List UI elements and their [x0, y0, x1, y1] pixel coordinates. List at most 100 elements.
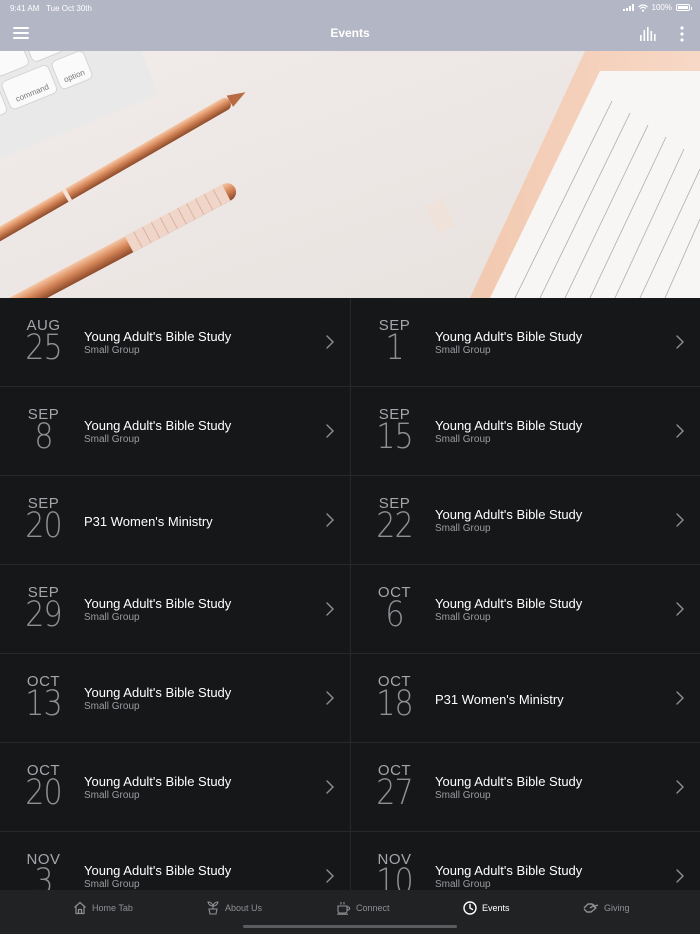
- hero-photo: command option: [0, 51, 700, 298]
- tab-giving[interactable]: Giving: [583, 890, 630, 926]
- tab-events[interactable]: Events: [463, 890, 510, 926]
- event-title: Young Adult's Bible Study: [84, 329, 232, 344]
- event-day: 10: [376, 862, 413, 890]
- event-day: 15: [376, 417, 413, 457]
- event-subtitle: Small Group: [84, 434, 140, 445]
- tab-connect[interactable]: Connect: [336, 890, 390, 926]
- hero-image: command option: [0, 51, 700, 298]
- chevron-right-icon: [676, 335, 684, 349]
- chevron-right-icon: [676, 513, 684, 527]
- tab-bar: Home Tab About Us Connect Events Giving: [0, 890, 700, 934]
- event-day: 22: [376, 506, 413, 546]
- event-subtitle: Small Group: [435, 434, 491, 445]
- event-day: 20: [25, 773, 62, 813]
- wifi-icon: [637, 3, 648, 12]
- tab-home-tab[interactable]: Home Tab: [73, 890, 133, 926]
- event-title: P31 Women's Ministry: [435, 692, 564, 707]
- event-day: 27: [376, 773, 413, 813]
- chevron-right-icon: [326, 869, 334, 883]
- clock-icon: [463, 901, 477, 915]
- tab-label: Giving: [604, 903, 630, 913]
- event-item[interactable]: SEP 15 Young Adult's Bible Study Small Grou…: [350, 387, 700, 476]
- event-title: Young Adult's Bible Study: [84, 418, 232, 433]
- event-subtitle: Small Group: [84, 701, 140, 712]
- event-item[interactable]: OCT 27 Young Adult's Bible Study Small Grou…: [350, 743, 700, 832]
- event-subtitle: Small Group: [435, 879, 491, 890]
- tab-label: Home Tab: [92, 903, 133, 913]
- event-day: 3: [34, 862, 53, 890]
- chevron-right-icon: [326, 691, 334, 705]
- event-subtitle: Small Group: [435, 523, 491, 534]
- signal-icon: [622, 4, 634, 11]
- chevron-right-icon: [326, 424, 334, 438]
- event-item[interactable]: SEP 1 Young Adult's Bible Study Small Group: [350, 298, 700, 387]
- chevron-right-icon: [326, 513, 334, 527]
- chevron-right-icon: [326, 780, 334, 794]
- status-date: Tue Oct 30th: [46, 4, 92, 13]
- event-item[interactable]: SEP 22 Young Adult's Bible Study Small Grou…: [350, 476, 700, 565]
- handshake-icon: [583, 902, 599, 914]
- tab-label: Events: [482, 903, 510, 913]
- tab-label: About Us: [225, 903, 263, 913]
- event-item[interactable]: NOV 3 Young Adult's Bible Study Small Group: [0, 832, 350, 890]
- tab-label: Connect: [356, 903, 390, 913]
- chevron-right-icon: [676, 691, 684, 705]
- battery-icon: [676, 4, 692, 11]
- event-day: 8: [34, 417, 53, 457]
- chevron-right-icon: [676, 424, 684, 438]
- chevron-right-icon: [326, 335, 334, 349]
- event-day: 20: [25, 506, 62, 546]
- nav-bar: Events: [0, 16, 700, 51]
- event-day: 25: [25, 328, 62, 368]
- bar-chart-icon[interactable]: [640, 26, 656, 41]
- event-title: Young Adult's Bible Study: [84, 863, 232, 878]
- event-title: Young Adult's Bible Study: [435, 596, 583, 611]
- chevron-right-icon: [676, 602, 684, 616]
- status-bar: 9:41 AM Tue Oct 30th 100%: [0, 0, 700, 16]
- chevron-right-icon: [326, 602, 334, 616]
- home-icon: [73, 901, 87, 915]
- chevron-right-icon: [676, 869, 684, 883]
- event-title: Young Adult's Bible Study: [435, 507, 583, 522]
- plant-icon: [206, 901, 220, 915]
- event-day: 18: [376, 684, 413, 724]
- event-title: Young Adult's Bible Study: [435, 774, 583, 789]
- event-item[interactable]: OCT 13 Young Adult's Bible Study Small Grou…: [0, 654, 350, 743]
- event-subtitle: Small Group: [84, 612, 140, 623]
- event-subtitle: Small Group: [84, 345, 140, 356]
- event-item[interactable]: SEP 29 Young Adult's Bible Study Small Grou…: [0, 565, 350, 654]
- event-title: Young Adult's Bible Study: [435, 418, 583, 433]
- event-item[interactable]: SEP 20 P31 Women's Ministry: [0, 476, 350, 565]
- chevron-right-icon: [676, 780, 684, 794]
- event-subtitle: Small Group: [435, 345, 491, 356]
- event-title: Young Adult's Bible Study: [435, 329, 583, 344]
- status-time: 9:41 AM Tue Oct 30th: [10, 4, 92, 13]
- status-indicators: 100%: [622, 3, 692, 12]
- event-item[interactable]: NOV 10 Young Adult's Bible Study Small Grou…: [350, 832, 700, 890]
- event-day: 13: [25, 684, 62, 724]
- event-item[interactable]: AUG 25 Young Adult's Bible Study Small Grou…: [0, 298, 350, 387]
- event-title: Young Adult's Bible Study: [84, 596, 232, 611]
- event-title: P31 Women's Ministry: [84, 514, 213, 529]
- event-title: Young Adult's Bible Study: [435, 863, 583, 878]
- event-day: 29: [25, 595, 62, 635]
- battery-fill: [678, 6, 688, 9]
- page-title: Events: [330, 26, 370, 40]
- event-subtitle: Small Group: [84, 879, 140, 890]
- event-item[interactable]: OCT 6 Young Adult's Bible Study Small Group: [350, 565, 700, 654]
- event-subtitle: Small Group: [84, 790, 140, 801]
- event-item[interactable]: OCT 20 Young Adult's Bible Study Small Grou…: [0, 743, 350, 832]
- event-title: Young Adult's Bible Study: [84, 685, 232, 700]
- status-clock: 9:41 AM: [10, 4, 40, 13]
- more-vertical-icon[interactable]: [679, 26, 685, 42]
- event-item[interactable]: OCT 18 P31 Women's Ministry: [350, 654, 700, 743]
- tab-about-us[interactable]: About Us: [206, 890, 262, 926]
- event-title: Young Adult's Bible Study: [84, 774, 232, 789]
- event-day: 6: [385, 595, 404, 635]
- coffee-cup-icon: [336, 901, 351, 915]
- event-day: 1: [385, 328, 404, 368]
- event-item[interactable]: SEP 8 Young Adult's Bible Study Small Group: [0, 387, 350, 476]
- battery-percent: 100%: [651, 3, 672, 12]
- event-subtitle: Small Group: [435, 790, 491, 801]
- event-subtitle: Small Group: [435, 612, 491, 623]
